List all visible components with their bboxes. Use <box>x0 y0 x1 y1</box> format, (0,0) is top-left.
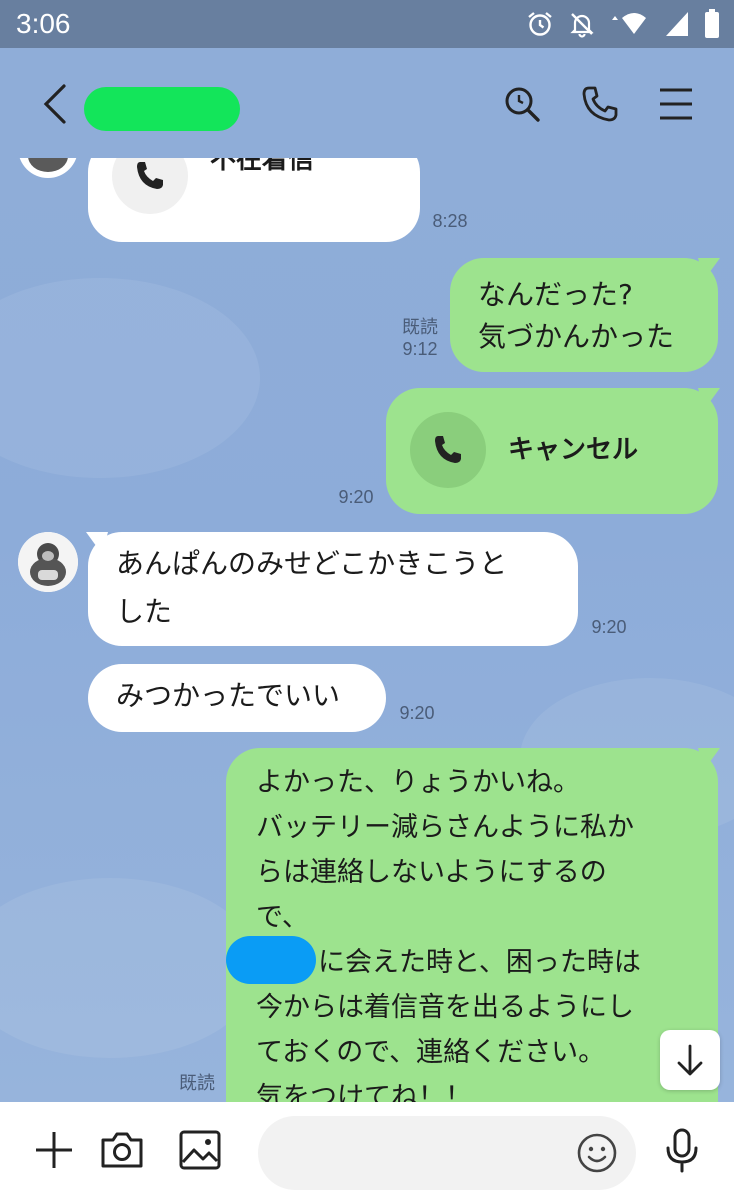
message-bubble-outgoing-call[interactable]: キャンセル <box>386 388 718 514</box>
signal-icon <box>666 12 688 36</box>
menu-icon[interactable] <box>656 84 696 124</box>
message-time: 8:28 <box>432 211 468 231</box>
call-label: キャンセル <box>508 435 639 465</box>
message-line: 気をつけてね！！ <box>256 1082 472 1102</box>
call-icon-circle <box>112 158 188 214</box>
read-label: 既読 <box>402 317 438 337</box>
status-bar: 3:06 <box>0 0 734 48</box>
message-line: あんぱんのみせどこかきこうと <box>116 547 508 580</box>
notifications-off-icon <box>570 13 594 38</box>
alarm-icon <box>528 12 552 36</box>
phone-icon <box>137 162 163 189</box>
message-bubble-outgoing[interactable]: よかった、りょうかいね。 バッテリー減らさんように私か らは連絡しないようにする… <box>226 748 718 1102</box>
background-cloud <box>0 278 260 478</box>
message-line: らは連絡しないようにするの <box>256 857 607 888</box>
message-time: 9:20 <box>591 617 627 637</box>
message-bubble-incoming[interactable]: あんぱんのみせどこかきこうと した <box>88 532 578 646</box>
gorilla-avatar-icon <box>18 532 78 592</box>
call-icon-circle <box>410 412 486 488</box>
back-icon[interactable] <box>36 82 76 126</box>
message-line: 気づかんかった <box>478 320 675 353</box>
microphone-icon[interactable] <box>658 1126 706 1174</box>
message-composer <box>0 1102 734 1200</box>
message-line: バッテリー減らさんように私か <box>256 812 634 843</box>
camera-icon[interactable] <box>98 1126 146 1174</box>
message-line: 今からは着信音を出るようにし <box>256 992 634 1023</box>
message-line: みつかったでいい <box>116 679 341 712</box>
message-time: 9:20 <box>338 487 374 507</box>
message-input[interactable] <box>258 1116 636 1190</box>
search-icon[interactable] <box>502 84 542 124</box>
contact-name-redaction <box>84 87 240 131</box>
arrow-down-icon <box>677 1044 703 1076</box>
gorilla-avatar-icon <box>28 158 68 172</box>
message-line: した <box>116 595 173 628</box>
battery-icon <box>705 9 719 38</box>
avatar[interactable] <box>18 532 78 592</box>
status-icons <box>526 8 720 40</box>
message-bubble-incoming-call[interactable]: 不在着信 <box>88 158 420 242</box>
message-line: で、 <box>256 902 309 933</box>
phone-icon <box>435 436 461 463</box>
call-icon[interactable] <box>580 84 620 124</box>
avatar[interactable] <box>18 158 78 178</box>
message-line: よかった、りょうかいね。 <box>256 767 580 798</box>
message-bubble-incoming[interactable]: みつかったでいい <box>88 664 386 732</box>
add-icon[interactable] <box>30 1126 78 1174</box>
message-time: 9:12 <box>402 339 438 359</box>
message-time: 9:20 <box>399 703 435 723</box>
background-cloud <box>0 878 260 1058</box>
read-label: 既読 <box>179 1073 215 1093</box>
image-icon[interactable] <box>176 1126 224 1174</box>
chat-area[interactable]: 不在着信 8:28 なんだった? 気づかんかった 既読 9:12 キャンセル 9… <box>0 158 734 1102</box>
status-time: 3:06 <box>16 8 71 39</box>
message-line: に会えた時と、困った時は <box>318 947 641 978</box>
call-label: 不在着信 <box>210 158 315 175</box>
read-receipt: 既読 9:12 <box>396 316 444 360</box>
read-receipt: 既読 <box>174 1072 220 1094</box>
wifi-icon <box>612 13 646 34</box>
scroll-to-bottom-button[interactable] <box>660 1030 720 1090</box>
emoji-icon[interactable] <box>576 1132 618 1174</box>
chat-header <box>0 48 734 158</box>
name-redaction <box>226 936 316 984</box>
message-line: ておくので、連絡ください。 <box>256 1037 606 1068</box>
message-bubble-outgoing[interactable]: なんだった? 気づかんかった <box>450 258 718 372</box>
message-line: なんだった? <box>478 278 633 311</box>
